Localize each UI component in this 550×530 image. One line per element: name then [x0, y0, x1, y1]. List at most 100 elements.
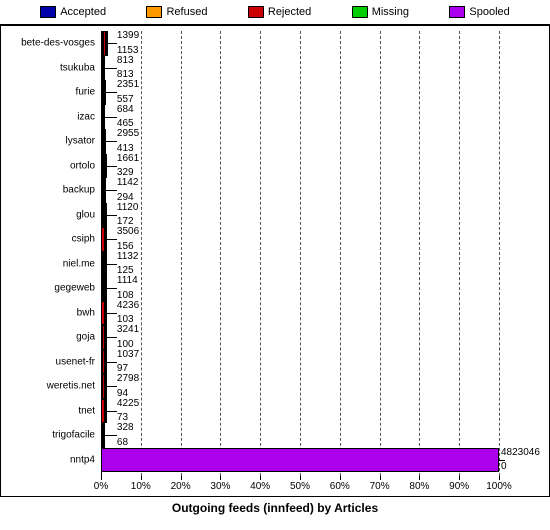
value-label-top: 684 [117, 105, 134, 115]
row-label: furie [76, 87, 101, 98]
table-row: gegeweb1114108 [101, 276, 499, 301]
row-label: csiph [72, 234, 101, 245]
bar-segment [101, 448, 499, 473]
legend-swatch [449, 6, 465, 18]
lead-line [105, 362, 117, 363]
lead-line [106, 215, 117, 216]
lead-line [105, 141, 117, 142]
value-label-top: 3506 [117, 227, 139, 237]
table-row: backup1142294 [101, 178, 499, 203]
value-label-top: 328 [117, 423, 134, 433]
legend-swatch [352, 6, 368, 18]
x-tick-label: 40% [250, 481, 270, 492]
table-row: ortolo1661329 [101, 154, 499, 179]
value-label-top: 1120 [117, 203, 139, 213]
legend-item: Spooled [449, 6, 509, 18]
legend-item: Rejected [248, 6, 311, 18]
value-label-bot: 1153 [117, 46, 139, 56]
x-tick-label: 20% [171, 481, 191, 492]
value-label-top: 1661 [117, 154, 139, 164]
x-tick-label: 60% [330, 481, 350, 492]
x-tick-label: 90% [449, 481, 469, 492]
legend-item: Refused [146, 6, 207, 18]
row-label: tsukuba [60, 62, 101, 73]
tick-mark [300, 476, 301, 480]
row-label: izac [77, 111, 101, 122]
tick-mark [260, 476, 261, 480]
tick-mark [141, 476, 142, 480]
lead-line [106, 166, 117, 167]
row-label: glou [76, 209, 101, 220]
x-tick-label: 0% [94, 481, 108, 492]
value-label-top: 2798 [117, 374, 139, 384]
table-row: niel.me1132125 [101, 252, 499, 277]
plot-area: 0%10%20%30%40%50%60%70%80%90%100%bete-de… [0, 25, 550, 497]
legend-swatch [146, 6, 162, 18]
row-label: trigofacile [52, 430, 101, 441]
x-tick-label: 30% [210, 481, 230, 492]
lead-line [499, 460, 505, 461]
row-label: ortolo [70, 160, 101, 171]
row-label: tnet [78, 405, 101, 416]
x-tick-label: 100% [486, 481, 512, 492]
tick-mark [419, 476, 420, 480]
legend-label: Accepted [60, 6, 106, 18]
value-label-top: 3241 [117, 325, 139, 335]
table-row: nntp448230460 [101, 448, 499, 473]
value-label-top: 1037 [117, 350, 139, 360]
x-tick-label: 10% [131, 481, 151, 492]
lead-line [106, 264, 117, 265]
row-label: bwh [77, 307, 101, 318]
lead-line [105, 68, 117, 69]
lead-line [105, 92, 117, 93]
value-label-bot: 100 [117, 340, 134, 350]
table-row: tnet422573 [101, 399, 499, 424]
value-label-top: 4823046 [499, 448, 540, 458]
table-row: furie2351557 [101, 80, 499, 105]
lead-line [105, 337, 117, 338]
tick-mark [181, 476, 182, 480]
table-row: bete-des-vosges13991153 [101, 31, 499, 56]
row-label: gegeweb [54, 283, 101, 294]
legend: Accepted Refused Rejected Missing Spooled [0, 0, 550, 25]
table-row: bwh4236103 [101, 301, 499, 326]
table-row: weretis.net279894 [101, 374, 499, 399]
value-label-top: 4225 [117, 399, 139, 409]
table-row: trigofacile32868 [101, 423, 499, 448]
lead-line [105, 435, 117, 436]
table-row: csiph3506156 [101, 227, 499, 252]
row-label: backup [63, 185, 101, 196]
value-label-top: 1399 [117, 31, 139, 41]
row-label: bete-des-vosges [21, 38, 101, 49]
lead-line [105, 288, 117, 289]
value-label-bot: 0 [499, 462, 507, 472]
tick-mark [220, 476, 221, 480]
tick-mark [340, 476, 341, 480]
value-label-top: 1132 [117, 252, 139, 262]
table-row: tsukuba813813 [101, 56, 499, 81]
table-row: goja3241100 [101, 325, 499, 350]
value-label-bot: 68 [117, 438, 128, 448]
row-label: niel.me [63, 258, 101, 269]
tick-mark [499, 476, 500, 480]
value-label-top: 1114 [117, 276, 138, 286]
x-tick-label: 80% [409, 481, 429, 492]
legend-swatch [40, 6, 56, 18]
value-label-bot: 557 [117, 95, 134, 105]
value-label-bot: 156 [117, 242, 134, 252]
value-label-top: 2955 [117, 129, 139, 139]
plot-inner: 0%10%20%30%40%50%60%70%80%90%100%bete-de… [101, 31, 499, 476]
legend-label: Missing [372, 6, 409, 18]
lead-line [105, 411, 117, 412]
row-label: lysator [66, 136, 101, 147]
legend-swatch [248, 6, 264, 18]
value-label-bot: 108 [117, 291, 134, 301]
legend-item: Accepted [40, 6, 106, 18]
value-label-bot: 413 [117, 144, 134, 154]
lead-line [105, 313, 117, 314]
value-label-bot: 294 [117, 193, 134, 203]
lead-line [105, 190, 117, 191]
value-label-bot: 94 [117, 389, 128, 399]
legend-label: Rejected [268, 6, 311, 18]
legend-label: Spooled [469, 6, 509, 18]
